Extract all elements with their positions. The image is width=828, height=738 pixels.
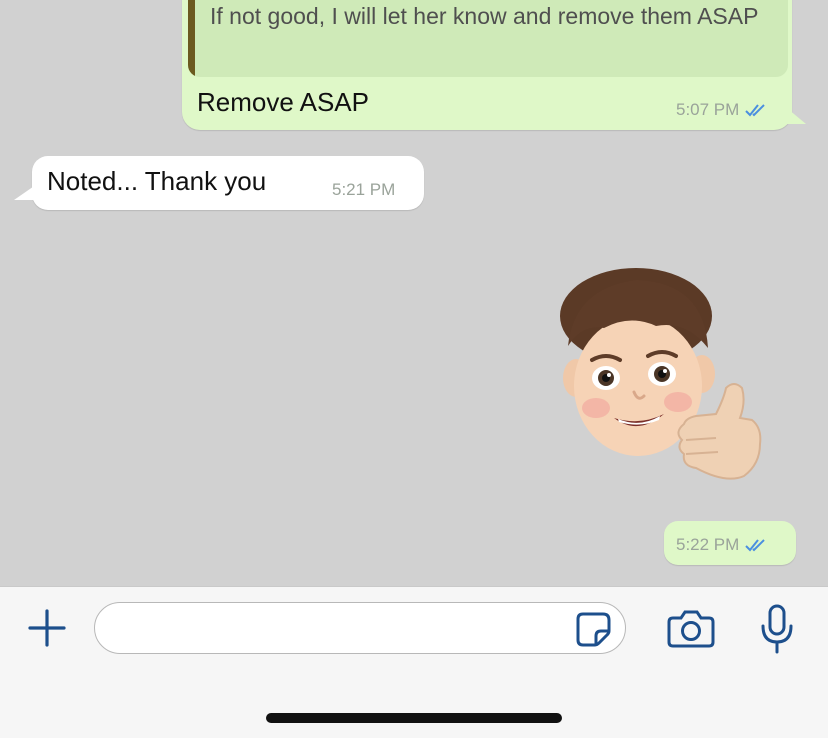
message-meta: 5:07 PM (676, 100, 767, 120)
chat-area[interactable]: If not good, I will let her know and rem… (0, 0, 828, 586)
message-input-bar (0, 586, 828, 738)
sticker-time-bubble: 5:22 PM (664, 521, 796, 565)
microphone-icon[interactable] (756, 603, 798, 655)
camera-icon[interactable] (666, 607, 716, 649)
message-input[interactable] (94, 602, 626, 654)
outgoing-message-bubble[interactable]: If not good, I will let her know and rem… (182, 0, 806, 130)
message-time: 5:07 PM (676, 100, 740, 119)
message-text: Remove ASAP (197, 87, 369, 117)
quote-bar (188, 0, 195, 77)
bubble-tail (782, 104, 806, 124)
bubble-tail (14, 182, 40, 200)
home-indicator[interactable] (266, 713, 562, 723)
quoted-message[interactable]: If not good, I will let her know and rem… (188, 0, 788, 77)
plus-icon[interactable] (26, 607, 68, 649)
memoji-thumbs-up-sticker[interactable] (556, 268, 766, 490)
message-meta: 5:22 PM (676, 535, 767, 555)
message-time: 5:22 PM (676, 535, 740, 554)
sticker-icon[interactable] (574, 611, 614, 647)
incoming-message-bubble[interactable]: Noted... Thank you 5:21 PM (14, 156, 424, 210)
read-ticks-icon (745, 104, 766, 117)
quoted-message-text: If not good, I will let her know and rem… (210, 3, 759, 29)
message-time: 5:21 PM (332, 180, 395, 200)
message-time-label: 5:21 PM (332, 180, 396, 199)
message-text: Noted... Thank you (47, 166, 267, 196)
read-ticks-icon (745, 539, 766, 552)
